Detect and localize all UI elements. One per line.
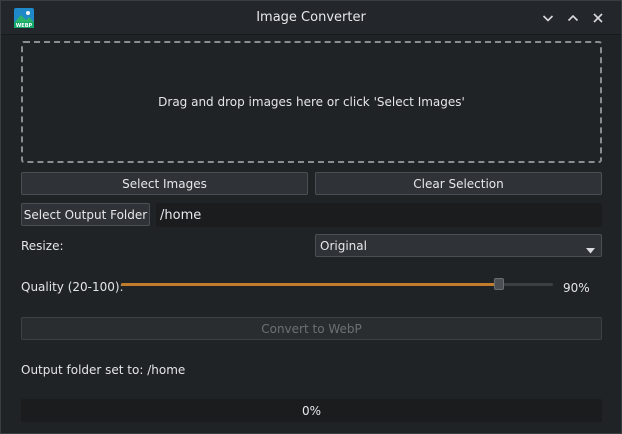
maximize-button[interactable]: [563, 8, 583, 28]
quality-slider-fill: [121, 283, 499, 286]
quality-slider[interactable]: [121, 278, 553, 290]
convert-button[interactable]: Convert to WebP: [21, 317, 602, 340]
resize-label: Resize:: [21, 239, 64, 253]
select-output-folder-button[interactable]: Select Output Folder: [21, 203, 150, 226]
minimize-button[interactable]: [538, 8, 558, 28]
quality-slider-handle[interactable]: [494, 278, 504, 290]
output-folder-field[interactable]: /home: [156, 203, 602, 227]
title-bar[interactable]: WEBP Image Converter: [1, 1, 621, 35]
app-window: WEBP Image Converter Drag and drop image…: [0, 0, 622, 434]
status-text: Output folder set to: /home: [21, 363, 186, 377]
quality-label: Quality (20-100):: [21, 280, 124, 294]
dropdown-arrow-icon: [586, 243, 595, 257]
progress-bar: 0%: [21, 399, 602, 422]
drop-zone[interactable]: Drag and drop images here or click 'Sele…: [21, 41, 602, 163]
window-title: Image Converter: [256, 10, 366, 25]
quality-value: 90%: [563, 281, 590, 295]
close-icon: [592, 12, 604, 24]
resize-selected-value: Original: [320, 238, 367, 253]
drop-zone-text: Drag and drop images here or click 'Sele…: [158, 95, 465, 109]
chevron-up-icon: [567, 12, 579, 24]
chevron-down-icon: [542, 12, 554, 24]
progress-text: 0%: [301, 403, 322, 418]
resize-select[interactable]: Original: [315, 234, 602, 257]
clear-selection-button[interactable]: Clear Selection: [315, 172, 602, 195]
close-button[interactable]: [588, 8, 608, 28]
select-images-button[interactable]: Select Images: [21, 172, 308, 195]
